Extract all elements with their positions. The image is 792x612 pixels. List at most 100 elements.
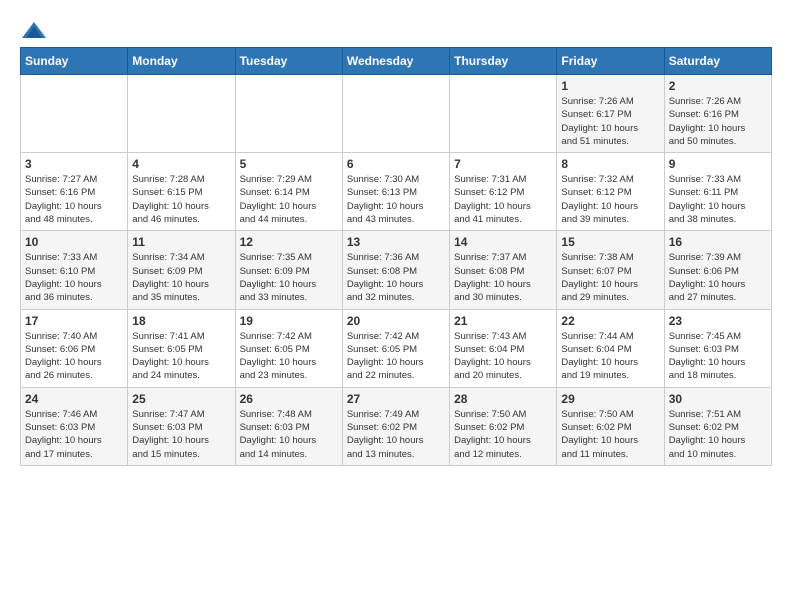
calendar-day-cell: 23 Sunrise: 7:45 AM Sunset: 6:03 PM Dayli… <box>664 309 771 387</box>
weekday-header-cell: Thursday <box>450 48 557 75</box>
calendar-day-cell: 25 Sunrise: 7:47 AM Sunset: 6:03 PM Dayli… <box>128 387 235 465</box>
calendar-day-cell: 7 Sunrise: 7:31 AM Sunset: 6:12 PM Daylig… <box>450 153 557 231</box>
calendar-day-cell <box>128 75 235 153</box>
day-number: 11 <box>132 235 230 249</box>
day-info: Sunrise: 7:32 AM Sunset: 6:12 PM Dayligh… <box>561 173 659 226</box>
calendar-day-cell <box>342 75 449 153</box>
day-number: 6 <box>347 157 445 171</box>
weekday-header-cell: Tuesday <box>235 48 342 75</box>
calendar-week-row: 10 Sunrise: 7:33 AM Sunset: 6:10 PM Dayli… <box>21 231 772 309</box>
day-number: 25 <box>132 392 230 406</box>
day-number: 8 <box>561 157 659 171</box>
calendar-day-cell: 8 Sunrise: 7:32 AM Sunset: 6:12 PM Daylig… <box>557 153 664 231</box>
day-info: Sunrise: 7:36 AM Sunset: 6:08 PM Dayligh… <box>347 251 445 304</box>
day-number: 15 <box>561 235 659 249</box>
day-info: Sunrise: 7:42 AM Sunset: 6:05 PM Dayligh… <box>240 330 338 383</box>
day-number: 18 <box>132 314 230 328</box>
day-info: Sunrise: 7:35 AM Sunset: 6:09 PM Dayligh… <box>240 251 338 304</box>
day-number: 28 <box>454 392 552 406</box>
calendar-week-row: 3 Sunrise: 7:27 AM Sunset: 6:16 PM Daylig… <box>21 153 772 231</box>
day-number: 1 <box>561 79 659 93</box>
calendar-day-cell: 20 Sunrise: 7:42 AM Sunset: 6:05 PM Dayli… <box>342 309 449 387</box>
calendar-day-cell: 21 Sunrise: 7:43 AM Sunset: 6:04 PM Dayli… <box>450 309 557 387</box>
calendar-day-cell: 4Sunrise: 7:28 AM Sunset: 6:15 PM Daylig… <box>128 153 235 231</box>
day-info: Sunrise: 7:27 AM Sunset: 6:16 PM Dayligh… <box>25 173 123 226</box>
calendar-day-cell: 29 Sunrise: 7:50 AM Sunset: 6:02 PM Dayli… <box>557 387 664 465</box>
page-header <box>10 10 782 47</box>
day-info: Sunrise: 7:45 AM Sunset: 6:03 PM Dayligh… <box>669 330 767 383</box>
day-number: 29 <box>561 392 659 406</box>
day-number: 27 <box>347 392 445 406</box>
day-number: 20 <box>347 314 445 328</box>
day-info: Sunrise: 7:37 AM Sunset: 6:08 PM Dayligh… <box>454 251 552 304</box>
calendar-body: 1Sunrise: 7:26 AM Sunset: 6:17 PM Daylig… <box>21 75 772 466</box>
day-info: Sunrise: 7:31 AM Sunset: 6:12 PM Dayligh… <box>454 173 552 226</box>
calendar-day-cell: 14 Sunrise: 7:37 AM Sunset: 6:08 PM Dayli… <box>450 231 557 309</box>
day-number: 17 <box>25 314 123 328</box>
calendar-day-cell: 16Sunrise: 7:39 AM Sunset: 6:06 PM Dayli… <box>664 231 771 309</box>
calendar-day-cell: 9 Sunrise: 7:33 AM Sunset: 6:11 PM Daylig… <box>664 153 771 231</box>
calendar-day-cell: 30Sunrise: 7:51 AM Sunset: 6:02 PM Dayli… <box>664 387 771 465</box>
day-info: Sunrise: 7:46 AM Sunset: 6:03 PM Dayligh… <box>25 408 123 461</box>
calendar-day-cell: 6 Sunrise: 7:30 AM Sunset: 6:13 PM Daylig… <box>342 153 449 231</box>
day-info: Sunrise: 7:30 AM Sunset: 6:13 PM Dayligh… <box>347 173 445 226</box>
day-info: Sunrise: 7:39 AM Sunset: 6:06 PM Dayligh… <box>669 251 767 304</box>
calendar-day-cell: 15 Sunrise: 7:38 AM Sunset: 6:07 PM Dayli… <box>557 231 664 309</box>
calendar-day-cell <box>21 75 128 153</box>
day-number: 5 <box>240 157 338 171</box>
calendar-day-cell: 3 Sunrise: 7:27 AM Sunset: 6:16 PM Daylig… <box>21 153 128 231</box>
calendar-day-cell: 26 Sunrise: 7:48 AM Sunset: 6:03 PM Dayli… <box>235 387 342 465</box>
day-number: 12 <box>240 235 338 249</box>
day-info: Sunrise: 7:48 AM Sunset: 6:03 PM Dayligh… <box>240 408 338 461</box>
day-number: 19 <box>240 314 338 328</box>
day-info: Sunrise: 7:38 AM Sunset: 6:07 PM Dayligh… <box>561 251 659 304</box>
calendar-day-cell <box>450 75 557 153</box>
calendar-day-cell: 12 Sunrise: 7:35 AM Sunset: 6:09 PM Dayli… <box>235 231 342 309</box>
calendar-table: SundayMondayTuesdayWednesdayThursdayFrid… <box>20 47 772 466</box>
weekday-header-cell: Friday <box>557 48 664 75</box>
calendar-week-row: 24 Sunrise: 7:46 AM Sunset: 6:03 PM Dayli… <box>21 387 772 465</box>
day-number: 30 <box>669 392 767 406</box>
calendar-day-cell: 27 Sunrise: 7:49 AM Sunset: 6:02 PM Dayli… <box>342 387 449 465</box>
logo <box>20 20 52 42</box>
calendar-week-row: 17 Sunrise: 7:40 AM Sunset: 6:06 PM Dayli… <box>21 309 772 387</box>
day-number: 2 <box>669 79 767 93</box>
day-info: Sunrise: 7:33 AM Sunset: 6:11 PM Dayligh… <box>669 173 767 226</box>
calendar-day-cell: 17 Sunrise: 7:40 AM Sunset: 6:06 PM Dayli… <box>21 309 128 387</box>
day-info: Sunrise: 7:26 AM Sunset: 6:16 PM Dayligh… <box>669 95 767 148</box>
day-info: Sunrise: 7:49 AM Sunset: 6:02 PM Dayligh… <box>347 408 445 461</box>
day-number: 3 <box>25 157 123 171</box>
logo-icon <box>20 20 48 42</box>
weekday-header-cell: Wednesday <box>342 48 449 75</box>
weekday-header-row: SundayMondayTuesdayWednesdayThursdayFrid… <box>21 48 772 75</box>
day-number: 26 <box>240 392 338 406</box>
calendar-day-cell: 5Sunrise: 7:29 AM Sunset: 6:14 PM Daylig… <box>235 153 342 231</box>
day-number: 4 <box>132 157 230 171</box>
day-number: 24 <box>25 392 123 406</box>
day-info: Sunrise: 7:43 AM Sunset: 6:04 PM Dayligh… <box>454 330 552 383</box>
day-info: Sunrise: 7:42 AM Sunset: 6:05 PM Dayligh… <box>347 330 445 383</box>
calendar-week-row: 1Sunrise: 7:26 AM Sunset: 6:17 PM Daylig… <box>21 75 772 153</box>
day-number: 13 <box>347 235 445 249</box>
day-number: 9 <box>669 157 767 171</box>
day-info: Sunrise: 7:33 AM Sunset: 6:10 PM Dayligh… <box>25 251 123 304</box>
day-number: 21 <box>454 314 552 328</box>
weekday-header-cell: Monday <box>128 48 235 75</box>
day-info: Sunrise: 7:50 AM Sunset: 6:02 PM Dayligh… <box>561 408 659 461</box>
day-number: 23 <box>669 314 767 328</box>
day-info: Sunrise: 7:47 AM Sunset: 6:03 PM Dayligh… <box>132 408 230 461</box>
calendar-day-cell: 18 Sunrise: 7:41 AM Sunset: 6:05 PM Dayli… <box>128 309 235 387</box>
day-number: 10 <box>25 235 123 249</box>
day-number: 7 <box>454 157 552 171</box>
day-info: Sunrise: 7:41 AM Sunset: 6:05 PM Dayligh… <box>132 330 230 383</box>
calendar-day-cell: 19 Sunrise: 7:42 AM Sunset: 6:05 PM Dayli… <box>235 309 342 387</box>
day-info: Sunrise: 7:44 AM Sunset: 6:04 PM Dayligh… <box>561 330 659 383</box>
weekday-header-cell: Saturday <box>664 48 771 75</box>
day-number: 22 <box>561 314 659 328</box>
calendar-day-cell: 10 Sunrise: 7:33 AM Sunset: 6:10 PM Dayli… <box>21 231 128 309</box>
day-info: Sunrise: 7:40 AM Sunset: 6:06 PM Dayligh… <box>25 330 123 383</box>
calendar-day-cell: 24 Sunrise: 7:46 AM Sunset: 6:03 PM Dayli… <box>21 387 128 465</box>
calendar-day-cell: 22 Sunrise: 7:44 AM Sunset: 6:04 PM Dayli… <box>557 309 664 387</box>
day-number: 14 <box>454 235 552 249</box>
calendar-day-cell <box>235 75 342 153</box>
